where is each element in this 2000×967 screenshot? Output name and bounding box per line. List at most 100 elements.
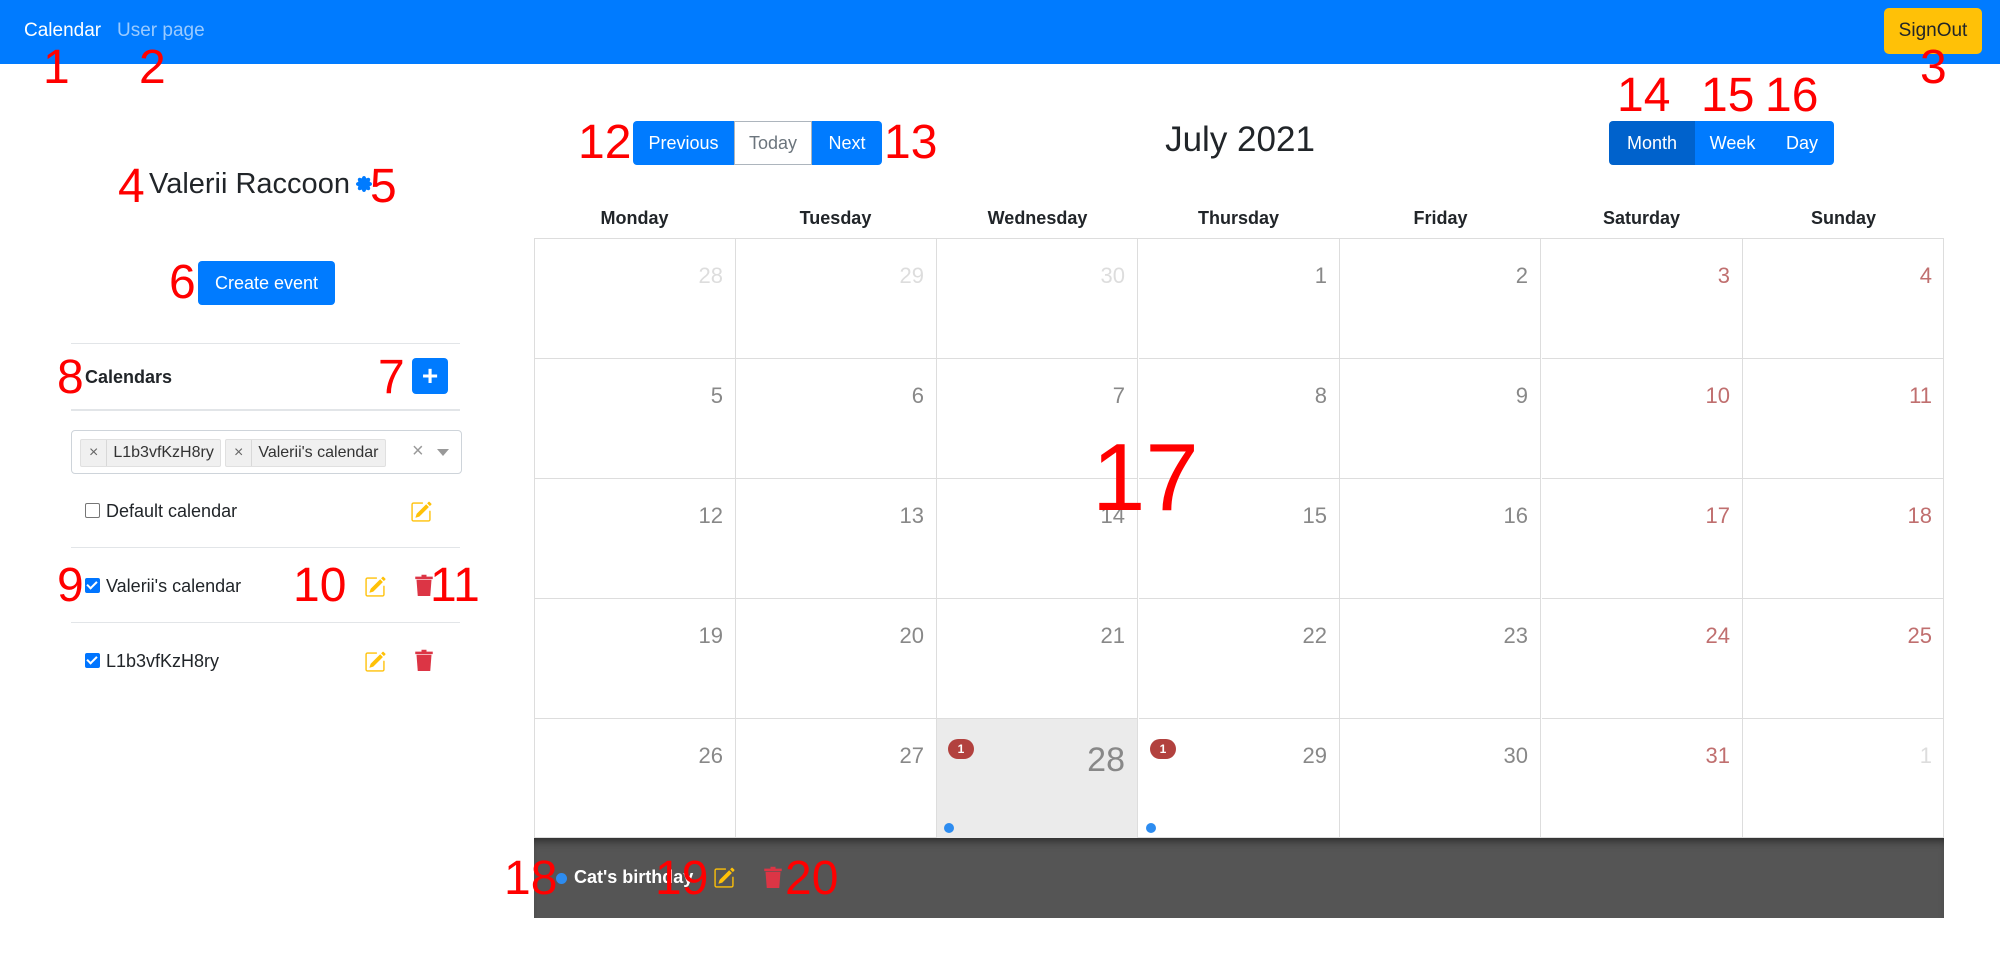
day-cell[interactable]: 23 bbox=[1340, 599, 1541, 719]
day-number: 29 bbox=[899, 263, 924, 288]
day-number: 15 bbox=[1302, 503, 1327, 528]
day-cell[interactable]: 21 bbox=[937, 599, 1138, 719]
weekday-header: Tuesday bbox=[799, 208, 872, 228]
event-count-badge[interactable]: 1 bbox=[1150, 739, 1176, 759]
add-calendar-button[interactable]: + bbox=[412, 358, 448, 394]
annotation-label: 17 bbox=[1092, 424, 1199, 531]
day-cell[interactable]: 16 bbox=[1340, 479, 1541, 599]
calendar-checkbox[interactable] bbox=[85, 578, 100, 593]
day-number: 23 bbox=[1503, 623, 1528, 648]
edit-icon[interactable] bbox=[364, 576, 386, 598]
day-number: 7 bbox=[1112, 383, 1125, 408]
selected-calendar-chip[interactable]: × Valerii's calendar bbox=[225, 439, 386, 467]
day-number: 2 bbox=[1515, 263, 1528, 288]
day-number: 16 bbox=[1503, 503, 1528, 528]
day-number: 11 bbox=[1909, 383, 1932, 408]
calendars-heading: Calendars bbox=[85, 367, 173, 387]
day-cell[interactable]: 2 bbox=[1340, 239, 1541, 359]
day-number: 1 bbox=[1919, 743, 1932, 768]
day-number: 20 bbox=[899, 623, 924, 648]
day-number: 4 bbox=[1919, 263, 1932, 288]
day-number: 17 bbox=[1705, 503, 1730, 528]
day-number: 30 bbox=[1503, 743, 1528, 768]
annotation-label: 13 bbox=[884, 116, 938, 169]
day-number: 30 bbox=[1100, 263, 1125, 288]
day-cell[interactable]: 25 bbox=[1743, 599, 1944, 719]
day-number: 6 bbox=[911, 383, 924, 408]
day-cell[interactable]: 19 bbox=[535, 599, 736, 719]
day-number: 19 bbox=[698, 623, 723, 648]
today-button[interactable]: Today bbox=[734, 121, 812, 165]
previous-button[interactable]: Previous bbox=[633, 121, 734, 165]
day-cell[interactable]: 1 bbox=[1139, 239, 1340, 359]
selected-calendar-chip[interactable]: × L1b3vfKzH8ry bbox=[80, 439, 221, 467]
day-cell[interactable]: 22 bbox=[1139, 599, 1340, 719]
day-cell[interactable]: 28 1 bbox=[937, 719, 1138, 839]
top-navbar bbox=[0, 0, 2000, 64]
day-cell[interactable]: 12 bbox=[535, 479, 736, 599]
event-details-panel: Cat's birthday bbox=[534, 838, 1944, 918]
day-number: 22 bbox=[1302, 623, 1327, 648]
day-cell[interactable]: 17 bbox=[1542, 479, 1743, 599]
day-cell[interactable]: 24 bbox=[1542, 599, 1743, 719]
day-cell[interactable]: 11 bbox=[1743, 359, 1944, 479]
day-cell[interactable]: 5 bbox=[535, 359, 736, 479]
edit-icon[interactable] bbox=[364, 651, 386, 673]
day-cell[interactable]: 30 bbox=[1340, 719, 1541, 839]
day-number: 12 bbox=[698, 503, 723, 528]
day-cell[interactable]: 27 bbox=[736, 719, 937, 839]
event-count-badge[interactable]: 1 bbox=[948, 739, 974, 759]
annotation-label: 19 bbox=[655, 852, 709, 905]
create-event-button[interactable]: Create event bbox=[198, 261, 335, 305]
day-cell[interactable]: 3 bbox=[1542, 239, 1743, 359]
calendar-multiselect[interactable]: × L1b3vfKzH8ry × Valerii's calendar × bbox=[71, 430, 462, 474]
day-cell[interactable]: 18 bbox=[1743, 479, 1944, 599]
day-cell[interactable]: 1 bbox=[1743, 719, 1944, 839]
chevron-down-icon[interactable] bbox=[437, 449, 449, 456]
calendar-checkbox[interactable] bbox=[85, 503, 100, 518]
weekday-header: Sunday bbox=[1810, 208, 1876, 228]
weekday-header: Monday bbox=[600, 208, 669, 228]
view-day-button[interactable]: Day bbox=[1770, 121, 1834, 165]
day-cell[interactable]: 30 bbox=[937, 239, 1138, 359]
chip-remove-icon[interactable]: × bbox=[226, 440, 253, 466]
day-cell[interactable]: 29 bbox=[736, 239, 937, 359]
trash-icon[interactable] bbox=[414, 649, 434, 673]
view-month-button[interactable]: Month bbox=[1609, 121, 1695, 165]
day-cell[interactable]: 26 bbox=[535, 719, 736, 839]
month-grid[interactable]: 28 29 30 1 2 3 4 5 6 7 8 9 10 11 12 13 14 15 16 17 18 19 20 21 2… bbox=[534, 238, 1944, 839]
annotation-label: 5 bbox=[370, 160, 397, 213]
edit-event-icon[interactable] bbox=[713, 867, 735, 889]
annotation-label: 8 bbox=[57, 351, 84, 404]
clear-all-icon[interactable]: × bbox=[412, 440, 424, 463]
view-week-button[interactable]: Week bbox=[1695, 121, 1770, 165]
annotation-label: 3 bbox=[1920, 41, 1947, 94]
nav-user-page-link[interactable]: User page bbox=[117, 20, 205, 42]
day-cell[interactable]: 20 bbox=[736, 599, 937, 719]
nav-calendar-link[interactable]: Calendar bbox=[24, 20, 101, 42]
day-cell[interactable]: 29 1 bbox=[1139, 719, 1340, 839]
day-cell[interactable]: 28 bbox=[535, 239, 736, 359]
day-cell[interactable]: 10 bbox=[1542, 359, 1743, 479]
day-number: 5 bbox=[710, 383, 723, 408]
next-button[interactable]: Next bbox=[812, 121, 882, 165]
day-number: 31 bbox=[1705, 743, 1730, 768]
day-number: 9 bbox=[1515, 383, 1528, 408]
annotation-label: 11 bbox=[430, 559, 480, 612]
annotation-label: 20 bbox=[785, 852, 839, 905]
chip-remove-icon[interactable]: × bbox=[81, 440, 108, 466]
annotation-label: 10 bbox=[293, 559, 347, 612]
delete-event-icon[interactable] bbox=[763, 866, 783, 890]
day-number: 29 bbox=[1302, 743, 1327, 768]
day-number: 3 bbox=[1717, 263, 1730, 288]
calendar-checkbox[interactable] bbox=[85, 653, 100, 668]
day-cell[interactable]: 4 bbox=[1743, 239, 1944, 359]
day-number: 8 bbox=[1314, 383, 1327, 408]
calendar-list-label: Valerii's calendar bbox=[106, 576, 242, 596]
annotation-label: 1 bbox=[43, 41, 70, 94]
day-cell[interactable]: 13 bbox=[736, 479, 937, 599]
day-cell[interactable]: 31 bbox=[1542, 719, 1743, 839]
edit-icon[interactable] bbox=[410, 501, 432, 523]
day-cell[interactable]: 9 bbox=[1340, 359, 1541, 479]
day-cell[interactable]: 6 bbox=[736, 359, 937, 479]
